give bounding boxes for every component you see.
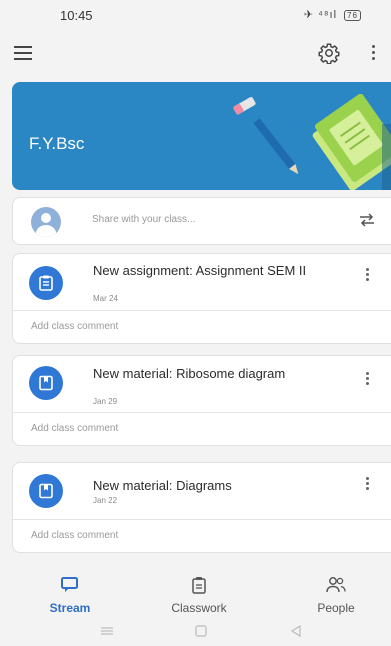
bottom-nav: Stream Classwork People <box>0 576 391 616</box>
post-date: Mar 24 <box>93 294 118 303</box>
add-class-comment[interactable]: Add class comment <box>13 520 391 552</box>
post-card[interactable]: New material: Diagrams Jan 22 Add class … <box>12 462 391 553</box>
home-icon[interactable] <box>195 625 207 637</box>
assignment-icon <box>29 266 63 300</box>
post-header[interactable]: New material: Diagrams Jan 22 <box>13 463 391 519</box>
recents-icon[interactable] <box>101 627 113 635</box>
stream-icon <box>61 577 78 592</box>
classwork-icon <box>192 577 206 594</box>
swap-icon[interactable] <box>358 211 376 229</box>
class-banner[interactable]: F.Y.Bsc <box>12 82 391 190</box>
post-title: New material: Diagrams <box>93 478 232 493</box>
post-card[interactable]: New material: Ribosome diagram Jan 29 Ad… <box>12 355 391 446</box>
share-input[interactable]: Share with your class... <box>92 214 195 225</box>
post-title: New material: Ribosome diagram <box>93 366 286 381</box>
post-header[interactable]: New assignment: Assignment SEM II Mar 24 <box>13 254 391 310</box>
avatar <box>31 207 61 237</box>
status-time: 10:45 <box>60 8 93 23</box>
material-icon <box>29 366 63 400</box>
app-bar <box>0 34 391 74</box>
material-icon <box>29 474 63 508</box>
post-date: Jan 22 <box>93 496 118 505</box>
more-vert-icon[interactable] <box>365 477 369 492</box>
banner-illustration-icon <box>233 94 391 190</box>
share-with-class-card[interactable]: Share with your class... <box>12 197 391 245</box>
post-date: Jan 29 <box>93 397 118 406</box>
post-title: New assignment: Assignment SEM II <box>93 263 307 278</box>
more-vert-icon[interactable] <box>370 45 376 63</box>
post-header[interactable]: New material: Ribosome diagram Jan 29 <box>13 356 391 412</box>
tab-label: Classwork <box>171 601 227 615</box>
battery-icon: 76 <box>344 10 361 21</box>
people-icon <box>326 577 346 593</box>
tab-people[interactable]: People <box>291 576 381 615</box>
post-card[interactable]: New assignment: Assignment SEM II Mar 24… <box>12 253 391 344</box>
tab-label: Stream <box>49 601 91 615</box>
tab-stream[interactable]: Stream <box>25 576 115 615</box>
add-class-comment[interactable]: Add class comment <box>13 311 391 343</box>
signal-icon: ✈ ⁴⁸ıl <box>303 9 338 21</box>
gear-icon[interactable] <box>318 42 340 64</box>
back-icon[interactable] <box>290 624 301 638</box>
status-bar: 10:45 ✈ ⁴⁸ıl 76 <box>0 0 391 32</box>
status-icons: ✈ ⁴⁸ıl 76 <box>304 8 361 21</box>
more-vert-icon[interactable] <box>365 268 369 283</box>
menu-icon[interactable] <box>14 46 32 60</box>
system-nav <box>0 621 391 641</box>
tab-label: People <box>317 601 355 615</box>
more-vert-icon[interactable] <box>365 372 369 387</box>
add-class-comment[interactable]: Add class comment <box>13 413 391 445</box>
tab-classwork[interactable]: Classwork <box>154 576 244 615</box>
class-title: F.Y.Bsc <box>29 134 85 153</box>
